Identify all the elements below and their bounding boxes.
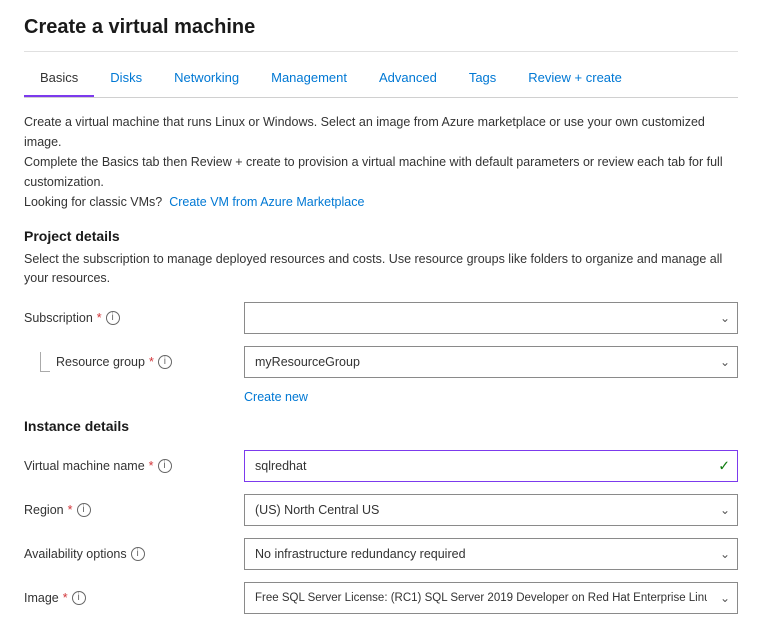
image-row: Image * i Free SQL Server License: (RC1)… xyxy=(24,582,738,614)
create-vm-marketplace-link[interactable]: Create VM from Azure Marketplace xyxy=(169,195,364,209)
tab-basics[interactable]: Basics xyxy=(24,60,94,97)
vm-name-input[interactable] xyxy=(244,450,738,482)
vm-name-control: ✓ xyxy=(244,450,738,482)
availability-select[interactable]: No infrastructure redundancy required xyxy=(244,538,738,570)
subscription-label: Subscription * i xyxy=(24,311,244,325)
description-block: Create a virtual machine that runs Linux… xyxy=(24,112,738,212)
vm-name-row: Virtual machine name * i ✓ xyxy=(24,450,738,482)
instance-details-title: Instance details xyxy=(24,418,738,434)
vm-name-info-icon[interactable]: i xyxy=(158,459,172,473)
image-control: Free SQL Server License: (RC1) SQL Serve… xyxy=(244,582,738,614)
description-line1: Create a virtual machine that runs Linux… xyxy=(24,115,705,149)
region-label: Region * i xyxy=(24,503,244,517)
tab-management[interactable]: Management xyxy=(255,60,363,97)
region-info-icon[interactable]: i xyxy=(77,503,91,517)
image-info-icon[interactable]: i xyxy=(72,591,86,605)
subscription-control: ⌄ xyxy=(244,302,738,334)
region-row: Region * i (US) North Central US ⌄ xyxy=(24,494,738,526)
image-select[interactable]: Free SQL Server License: (RC1) SQL Serve… xyxy=(244,582,738,614)
image-label: Image * i xyxy=(24,591,244,605)
resource-group-info-icon[interactable]: i xyxy=(158,355,172,369)
vm-name-check-icon: ✓ xyxy=(718,457,730,474)
subscription-info-icon[interactable]: i xyxy=(106,311,120,325)
tab-review-create[interactable]: Review + create xyxy=(512,60,638,97)
region-control: (US) North Central US ⌄ xyxy=(244,494,738,526)
subscription-row: Subscription * i ⌄ xyxy=(24,302,738,334)
resource-group-select[interactable]: myResourceGroup xyxy=(244,346,738,378)
resource-group-control: myResourceGroup ⌄ xyxy=(244,346,738,378)
availability-info-icon[interactable]: i xyxy=(131,547,145,561)
create-new-resource-group-link[interactable]: Create new xyxy=(244,390,738,404)
region-required: * xyxy=(68,503,73,517)
tab-advanced[interactable]: Advanced xyxy=(363,60,453,97)
tab-tags[interactable]: Tags xyxy=(453,60,512,97)
tab-networking[interactable]: Networking xyxy=(158,60,255,97)
availability-label: Availability options i xyxy=(24,547,244,561)
project-details-title: Project details xyxy=(24,228,738,244)
image-required: * xyxy=(63,591,68,605)
vm-name-required: * xyxy=(149,459,154,473)
resource-group-required: * xyxy=(149,355,154,369)
availability-control: No infrastructure redundancy required ⌄ xyxy=(244,538,738,570)
subscription-required: * xyxy=(97,311,102,325)
subscription-select[interactable] xyxy=(244,302,738,334)
vm-name-label: Virtual machine name * i xyxy=(24,459,244,473)
description-line2: Complete the Basics tab then Review + cr… xyxy=(24,155,723,189)
region-select[interactable]: (US) North Central US xyxy=(244,494,738,526)
page-title: Create a virtual machine xyxy=(24,16,738,52)
tabs-bar: Basics Disks Networking Management Advan… xyxy=(24,60,738,98)
resource-group-row: Resource group * i myResourceGroup ⌄ xyxy=(24,346,738,378)
resource-group-label: Resource group * i xyxy=(56,355,172,369)
availability-row: Availability options i No infrastructure… xyxy=(24,538,738,570)
project-details-description: Select the subscription to manage deploy… xyxy=(24,250,738,288)
tab-disks[interactable]: Disks xyxy=(94,60,158,97)
description-line3-prefix: Looking for classic VMs? xyxy=(24,195,162,209)
